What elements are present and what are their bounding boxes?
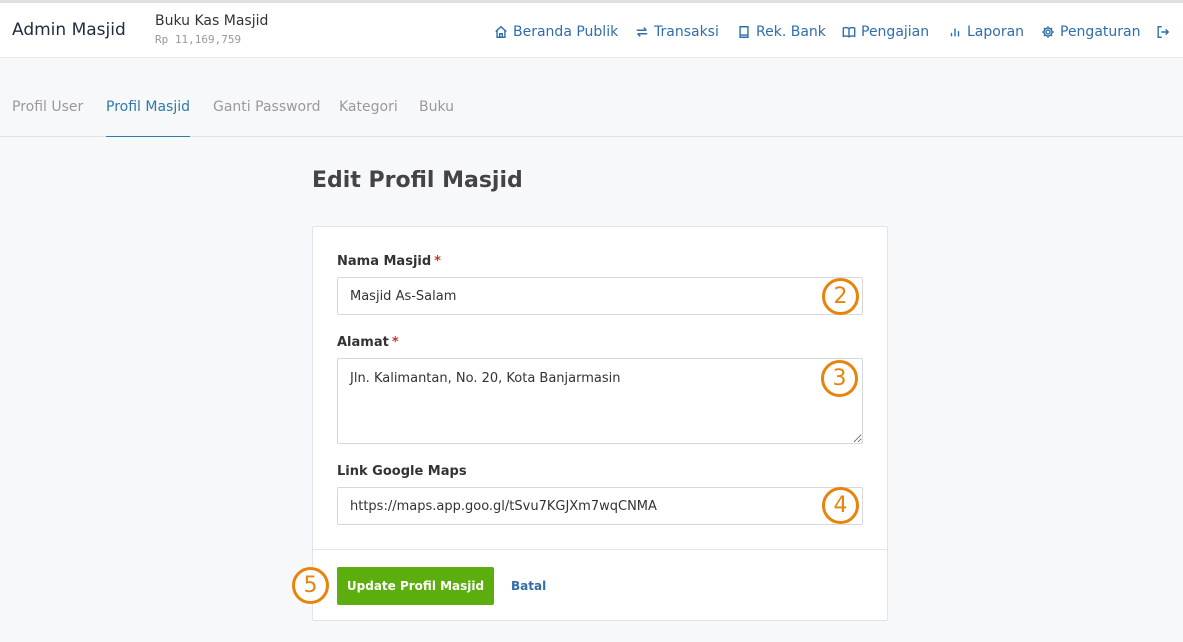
nav-transaksi[interactable]: Transaksi <box>635 22 719 42</box>
home-icon <box>495 25 507 38</box>
top-navbar: Admin Masjid Buku Kas Masjid Rp 11,169,7… <box>0 0 1183 58</box>
annotation-marker: 2 <box>822 278 859 315</box>
nav-label: Pengaturan <box>1060 24 1141 40</box>
label-text: Alamat <box>337 335 389 350</box>
nama-masjid-label: Nama Masjid * <box>337 254 441 269</box>
label-text: Nama Masjid <box>337 254 432 269</box>
nama-masjid-input[interactable] <box>337 277 863 315</box>
alamat-textarea[interactable]: Jln. Kalimantan, No. 20, Kota Banjarmasi… <box>337 358 863 444</box>
required-mark: * <box>391 335 399 350</box>
logout-button[interactable] <box>1156 22 1170 42</box>
required-mark: * <box>434 254 441 269</box>
gear-icon <box>1042 26 1054 38</box>
nav-pengaturan[interactable]: Pengaturan <box>1041 22 1140 42</box>
bar-chart-icon <box>950 28 960 37</box>
tab-buku[interactable]: Buku <box>419 99 454 137</box>
edit-profile-form: Nama Masjid* Alamat* Jln. Kalimantan, No… <box>312 226 888 621</box>
nav-label: Laporan <box>967 24 1025 40</box>
cancel-link[interactable]: Batal <box>511 579 546 593</box>
book-selector[interactable]: Buku Kas Masjid Rp 11,169,759 <box>155 13 268 46</box>
google-maps-label: Link Google Maps <box>337 464 467 479</box>
nav-label: Rek. Bank <box>756 24 826 40</box>
nav-label: Beranda Publik <box>513 24 619 40</box>
nav-label: Pengajian <box>861 24 930 40</box>
tab-profil-masjid[interactable]: Profil Masjid <box>106 99 190 137</box>
brand-title[interactable]: Admin Masjid <box>12 20 126 40</box>
alamat-label: Alamat * <box>337 335 399 350</box>
tab-kategori[interactable]: Kategori <box>339 99 398 137</box>
nav-label: Transaksi <box>654 24 719 40</box>
page-title: Edit Profil Masjid <box>312 168 523 193</box>
book-name: Buku Kas Masjid <box>155 13 269 29</box>
book-balance: Rp 11,169,759 <box>155 33 242 46</box>
tab-ganti-password[interactable]: Ganti Password <box>213 99 321 137</box>
annotation-marker: 5 <box>292 567 329 604</box>
nav-beranda-publik[interactable]: Beranda Publik <box>494 22 618 42</box>
form-divider <box>313 549 887 550</box>
update-profil-button[interactable]: Update Profil Masjid <box>337 567 494 605</box>
book-icon <box>739 26 749 38</box>
nav-pengajian[interactable]: Pengajian <box>842 22 929 42</box>
annotation-marker: 4 <box>822 487 859 524</box>
nav-rek-bank[interactable]: Rek. Bank <box>737 22 826 42</box>
settings-tabs: Profil User Profil Masjid Ganti Password… <box>0 86 1183 137</box>
annotation-marker: 3 <box>821 360 858 397</box>
nav-laporan[interactable]: Laporan <box>948 22 1024 42</box>
logout-icon <box>1157 26 1170 38</box>
google-maps-input[interactable] <box>337 487 863 525</box>
transfer-icon <box>636 27 648 37</box>
tab-profil-user[interactable]: Profil User <box>12 99 83 137</box>
open-book-icon <box>842 26 856 38</box>
